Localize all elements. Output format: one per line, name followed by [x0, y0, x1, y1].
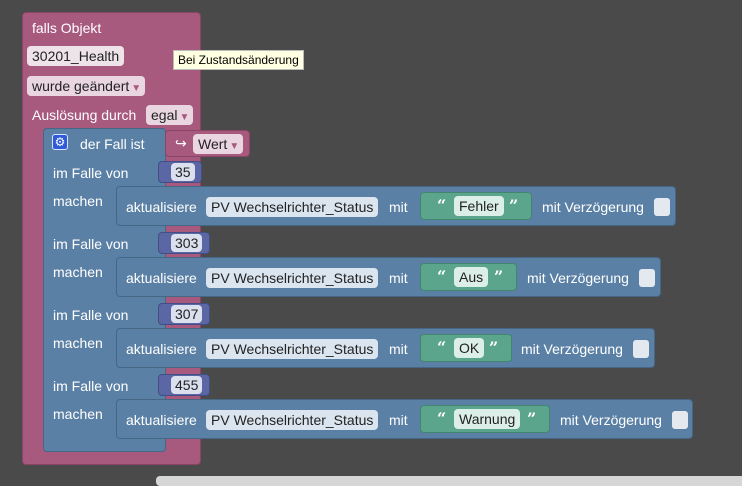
action-label: aktualisiere: [126, 199, 197, 215]
delay-label: mit Verzögerung: [521, 341, 623, 357]
case-value[interactable]: 35: [171, 163, 195, 181]
case-value-block[interactable]: 307: [158, 303, 210, 325]
trigger-dropdown[interactable]: egal ▼: [146, 105, 194, 125]
text-value[interactable]: Fehler: [454, 196, 504, 216]
trigger-label: Auslösung durch: [32, 107, 137, 123]
text-block[interactable]: “ OK ”: [420, 334, 512, 362]
case-value[interactable]: 303: [171, 234, 203, 252]
condition-dropdown[interactable]: wurde geändert ▼: [27, 76, 146, 96]
text-block[interactable]: “ Aus ”: [420, 263, 517, 291]
delay-checkbox[interactable]: [654, 198, 670, 216]
with-label: mit: [389, 270, 408, 286]
text-block[interactable]: “ Warnung ”: [420, 405, 550, 433]
action-label: aktualisiere: [126, 341, 197, 357]
delay-checkbox[interactable]: [639, 269, 655, 287]
case-value-block[interactable]: 303: [158, 232, 210, 254]
case-value[interactable]: 307: [171, 305, 203, 323]
with-label: mit: [389, 341, 408, 357]
action-label: aktualisiere: [126, 270, 197, 286]
do-label: machen: [53, 264, 103, 280]
switch-label: der Fall ist: [80, 136, 145, 152]
tooltip: Bei Zustandsänderung: [173, 50, 304, 70]
close-quote-icon: ”: [489, 338, 499, 357]
text-value[interactable]: OK: [454, 338, 485, 358]
case-label: im Falle von: [53, 165, 129, 181]
variable-field[interactable]: PV Wechselrichter_Status: [206, 339, 379, 359]
case-label: im Falle von: [53, 236, 129, 252]
dropdown-arrow-icon: ▼: [229, 141, 240, 152]
text-block[interactable]: “ Fehler ”: [420, 192, 532, 220]
trigger-title: falls Objekt: [32, 20, 102, 36]
gear-icon[interactable]: ⚙: [52, 134, 68, 150]
arrow-icon: ↪: [175, 135, 187, 151]
case-label: im Falle von: [53, 378, 129, 394]
close-quote-icon: ”: [527, 409, 537, 428]
with-label: mit: [389, 199, 408, 215]
dropdown-arrow-icon: ▼: [131, 83, 142, 94]
delay-checkbox[interactable]: [633, 340, 649, 358]
delay-label: mit Verzögerung: [527, 270, 629, 286]
value-label: Wert: [198, 136, 228, 152]
dropdown-arrow-icon: ▼: [179, 112, 190, 123]
case-value-block[interactable]: 455: [158, 374, 210, 396]
text-value[interactable]: Aus: [454, 267, 489, 287]
variable-field[interactable]: PV Wechselrichter_Status: [206, 410, 379, 430]
value-dropdown[interactable]: Wert ▼: [193, 134, 244, 154]
variable-field[interactable]: PV Wechselrichter_Status: [206, 197, 379, 217]
delay-label: mit Verzögerung: [542, 199, 644, 215]
open-quote-icon: “: [437, 409, 447, 428]
delay-label: mit Verzögerung: [560, 412, 662, 428]
horizontal-scrollbar[interactable]: [156, 476, 742, 486]
do-label: machen: [53, 193, 103, 209]
object-id-field[interactable]: 30201_Health: [27, 46, 125, 66]
trigger-value: egal: [151, 107, 178, 123]
delay-checkbox[interactable]: [672, 411, 688, 429]
open-quote-icon: “: [437, 338, 447, 357]
case-value-block[interactable]: 35: [158, 161, 202, 183]
do-label: machen: [53, 335, 103, 351]
case-value[interactable]: 455: [171, 376, 203, 394]
case-label: im Falle von: [53, 307, 129, 323]
do-label: machen: [53, 406, 103, 422]
variable-field[interactable]: PV Wechselrichter_Status: [206, 268, 379, 288]
open-quote-icon: “: [437, 196, 447, 215]
close-quote-icon: ”: [494, 267, 504, 286]
action-label: aktualisiere: [126, 412, 197, 428]
close-quote-icon: ”: [509, 196, 519, 215]
condition-value: wurde geändert: [32, 78, 130, 94]
open-quote-icon: “: [437, 267, 447, 286]
text-value[interactable]: Warnung: [454, 409, 521, 429]
with-label: mit: [389, 412, 408, 428]
